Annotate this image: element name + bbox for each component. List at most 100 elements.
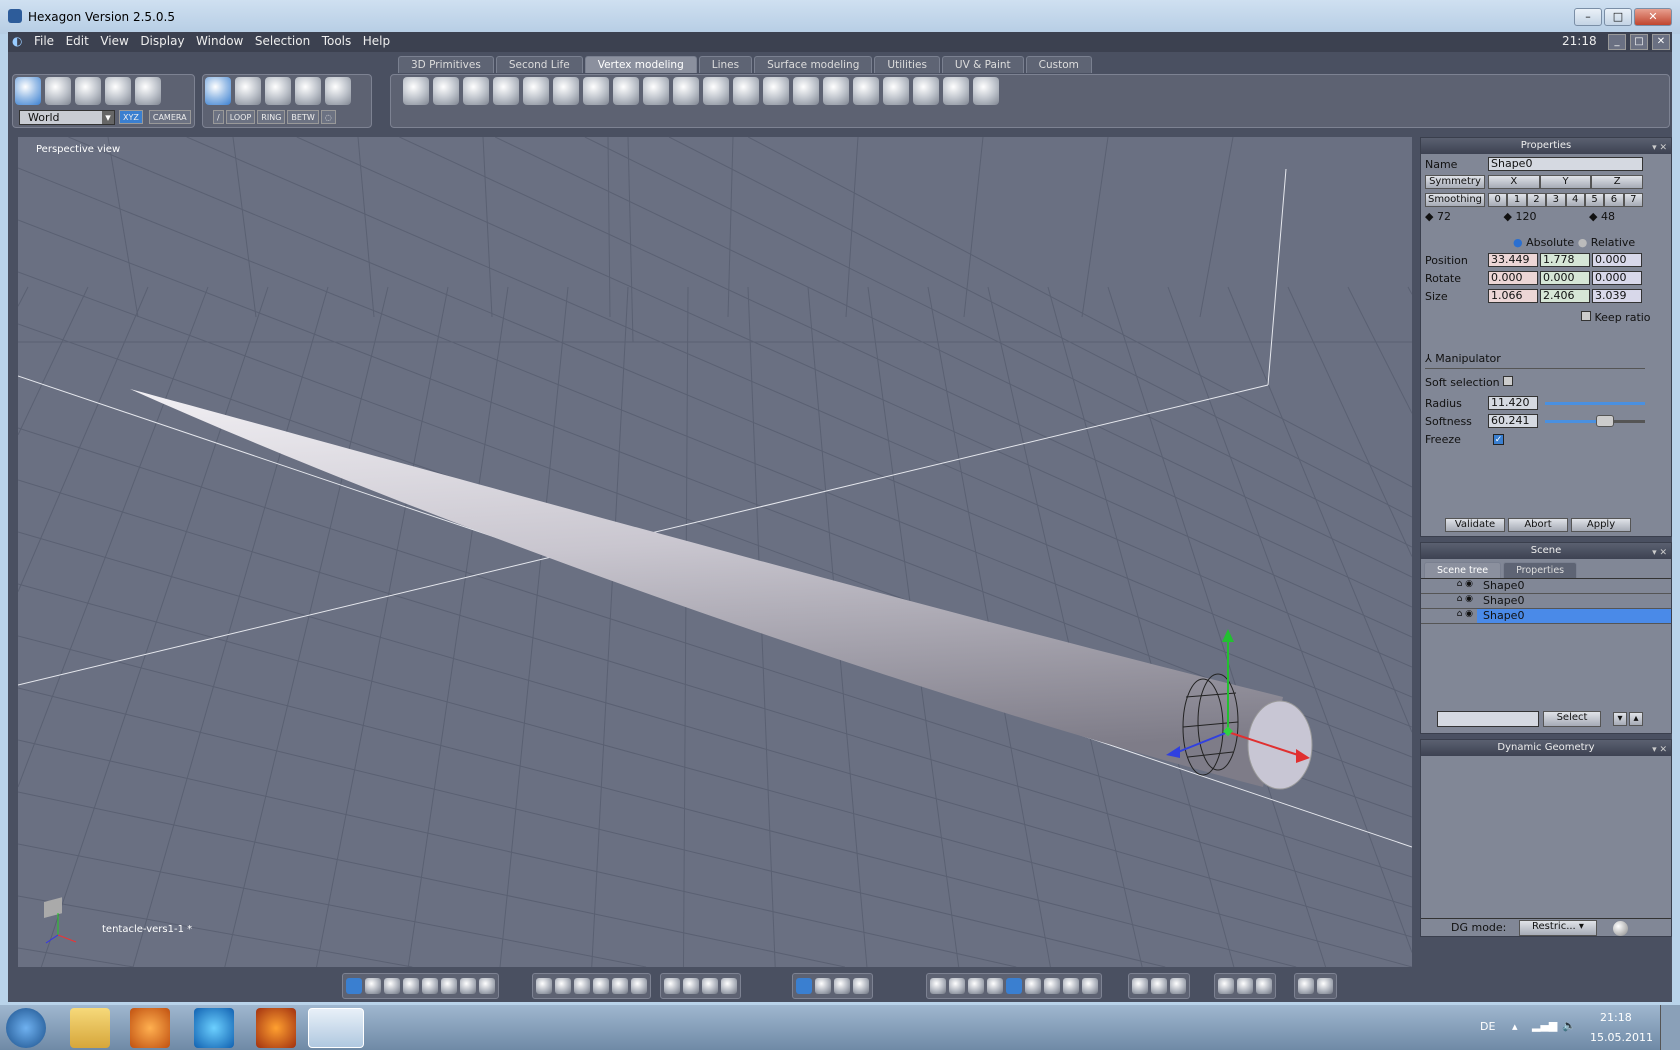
shading-7-icon[interactable] (1044, 978, 1060, 994)
weld-tool-icon[interactable] (583, 77, 609, 105)
select-button[interactable]: Select (1543, 711, 1601, 727)
radius-input[interactable]: 11.420 (1488, 396, 1538, 410)
loop-button[interactable]: LOOP (225, 110, 256, 124)
xyz-button[interactable]: XYZ (119, 110, 143, 124)
background-1-icon[interactable] (1218, 978, 1234, 994)
menu-selection[interactable]: Selection (251, 32, 314, 50)
shading-1-icon[interactable] (930, 978, 946, 994)
move-down-button[interactable]: ▾ (1613, 712, 1627, 726)
slice-tool-icon[interactable] (523, 77, 549, 105)
rotate-z-input[interactable]: 0.000 (1592, 271, 1642, 285)
tab-scene-properties[interactable]: Properties (1503, 562, 1578, 578)
lathe-tool-icon[interactable] (883, 77, 909, 105)
shading-4-icon[interactable] (987, 978, 1003, 994)
display-5-icon[interactable] (612, 978, 628, 994)
snap-1-icon[interactable] (796, 978, 812, 994)
tab-uv-paint[interactable]: UV & Paint (941, 56, 1024, 73)
position-x-input[interactable]: 33.449 (1488, 253, 1538, 267)
tessellate-tool-icon[interactable] (613, 77, 639, 105)
capture-1-icon[interactable] (1298, 978, 1314, 994)
position-z-input[interactable]: 0.000 (1592, 253, 1642, 267)
tab-lines[interactable]: Lines (698, 56, 753, 73)
dispatch-tool-icon[interactable] (853, 77, 879, 105)
size-x-input[interactable]: 1.066 (1488, 289, 1538, 303)
display-6-icon[interactable] (631, 978, 647, 994)
position-y-input[interactable]: 1.778 (1540, 253, 1590, 267)
lock-visibility-icon[interactable]: ⌂ ◉ (1421, 579, 1477, 593)
minimize-button[interactable]: – (1574, 8, 1602, 26)
freeze-checkbox[interactable]: ✓ (1493, 434, 1504, 445)
tray-expand-icon[interactable]: ▴ (1512, 1020, 1518, 1033)
lasso-icon[interactable]: / (213, 110, 224, 124)
cut-tool-icon[interactable] (763, 77, 789, 105)
display-2-icon[interactable] (555, 978, 571, 994)
tab-surface-modeling[interactable]: Surface modeling (754, 56, 873, 73)
menu-display[interactable]: Display (136, 32, 188, 50)
dg-status-icon[interactable] (1613, 921, 1628, 936)
shading-2-icon[interactable] (949, 978, 965, 994)
volume-icon[interactable]: 🔈 (1562, 1019, 1576, 1032)
start-button[interactable] (6, 1008, 46, 1048)
smoothing-level-0[interactable]: 0 (1488, 193, 1508, 207)
remove-point-tool-icon[interactable] (973, 77, 999, 105)
snap-4-icon[interactable] (853, 978, 869, 994)
select-tool-icon[interactable] (15, 77, 41, 105)
menu-window[interactable]: Window (192, 32, 247, 50)
symmetry-y-button[interactable]: Y (1539, 175, 1592, 189)
smooth-boolean-tool-icon[interactable] (703, 77, 729, 105)
size-y-input[interactable]: 2.406 (1540, 289, 1590, 303)
show-desktop-button[interactable] (1660, 1005, 1680, 1050)
camera-3-icon[interactable] (702, 978, 718, 994)
rotate-tool-icon[interactable] (45, 77, 71, 105)
vertex-mode-icon[interactable] (295, 77, 321, 105)
layout-4-icon[interactable] (403, 978, 419, 994)
smoothing-level-3[interactable]: 3 (1546, 193, 1566, 207)
bend-tool-icon[interactable] (673, 77, 699, 105)
bridge-tool-icon[interactable] (403, 77, 429, 105)
y-arrow-icon[interactable] (1222, 629, 1234, 642)
radius-slider[interactable] (1545, 402, 1645, 405)
shading-9-icon[interactable] (1082, 978, 1098, 994)
perspective-viewport[interactable]: Perspective view tentacle-vers1-1 * (18, 137, 1412, 967)
smoothing-level-1[interactable]: 1 (1507, 193, 1527, 207)
lock-visibility-icon[interactable]: ⌂ ◉ (1421, 609, 1477, 623)
smoothing-level-5[interactable]: 5 (1584, 193, 1605, 207)
app-maximize-button[interactable]: □ (1630, 34, 1648, 50)
camera-4-icon[interactable] (721, 978, 737, 994)
abort-button[interactable]: Abort (1508, 518, 1568, 532)
universal-tool-icon[interactable] (105, 77, 131, 105)
smoothing-level-6[interactable]: 6 (1604, 193, 1624, 207)
menu-file[interactable]: File (30, 32, 58, 50)
close-panel-icon[interactable]: ▾ ✕ (1652, 742, 1667, 758)
scene-tree-item[interactable]: ⌂ ◉ Shape0 (1421, 579, 1671, 594)
app-minimize-button[interactable]: _ (1608, 34, 1626, 50)
shading-6-icon[interactable] (1025, 978, 1041, 994)
layout-3-icon[interactable] (384, 978, 400, 994)
display-1-icon[interactable] (536, 978, 552, 994)
menu-tools[interactable]: Tools (318, 32, 356, 50)
name-input[interactable]: Shape0 (1488, 157, 1643, 171)
close-panel-icon[interactable]: ▾ ✕ (1652, 140, 1667, 156)
softness-slider[interactable] (1545, 415, 1645, 427)
firefox-taskbar-icon[interactable] (256, 1008, 296, 1048)
network-icon[interactable]: ▂▄▆ (1532, 1019, 1557, 1032)
render-2-icon[interactable] (1151, 978, 1167, 994)
ghost-tool-icon[interactable] (135, 77, 161, 105)
media-player-taskbar-icon[interactable] (130, 1008, 170, 1048)
tab-scene-tree[interactable]: Scene tree (1424, 562, 1502, 578)
snap-3-icon[interactable] (834, 978, 850, 994)
thicken-tool-icon[interactable] (913, 77, 939, 105)
object-mode-icon[interactable] (205, 77, 231, 105)
tab-second-life[interactable]: Second Life (495, 56, 583, 73)
menu-edit[interactable]: Edit (62, 32, 93, 50)
softness-slider-thumb[interactable] (1596, 415, 1614, 427)
tab-3d-primitives[interactable]: 3D Primitives (398, 56, 494, 73)
bevel-tool-icon[interactable] (553, 77, 579, 105)
render-1-icon[interactable] (1132, 978, 1148, 994)
smoothing-level-7[interactable]: 7 (1623, 193, 1643, 207)
menu-view[interactable]: View (96, 32, 132, 50)
layout-1-icon[interactable] (346, 978, 362, 994)
select-region-icon[interactable]: ◌ (320, 110, 336, 124)
explorer-taskbar-icon[interactable] (70, 1008, 110, 1048)
shading-3-icon[interactable] (968, 978, 984, 994)
